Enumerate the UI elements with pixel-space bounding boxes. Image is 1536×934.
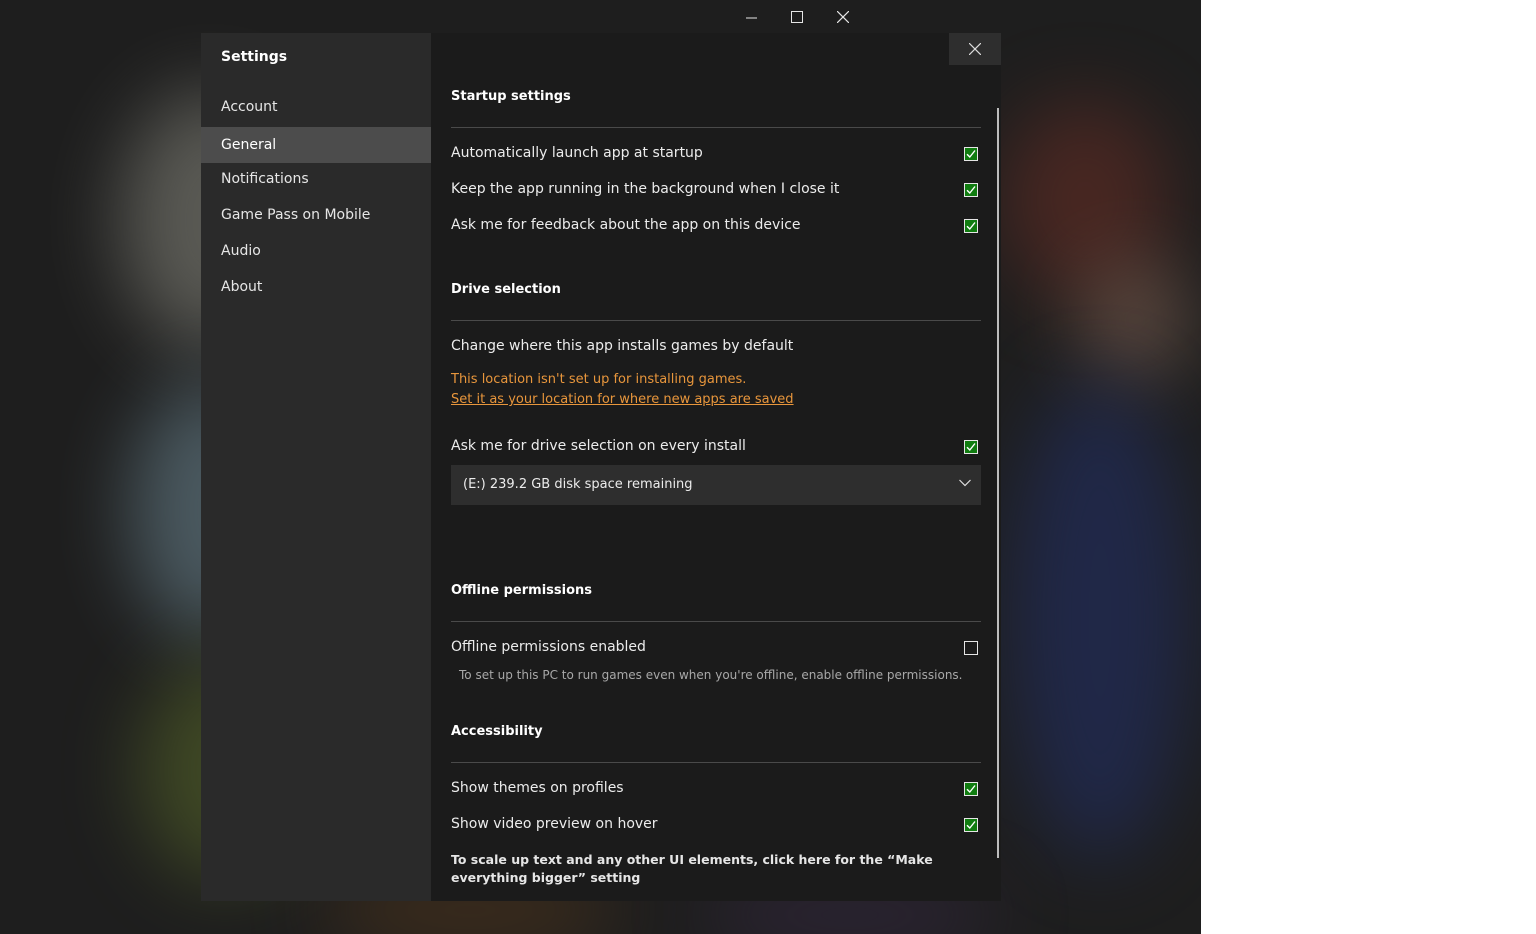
drive-selection-checkbox[interactable] [964,440,978,454]
video-preview-label: Show video preview on hover [451,816,658,832]
drive-selection-label: Ask me for drive selection on every inst… [451,438,746,454]
settings-dialog: Settings Account General Notifications G… [201,33,1001,901]
window-controls [728,0,866,34]
minimize-icon [745,17,757,18]
offline-helper-text: To set up this PC to run games even when… [459,668,963,682]
checkmark-icon [966,222,976,231]
divider [451,762,981,763]
video-preview-checkbox[interactable] [964,818,978,832]
drive-dropdown-value: (E:) 239.2 GB disk space remaining [463,477,693,492]
checkmark-icon [966,821,976,830]
divider [451,621,981,622]
location-warning: This location isn't set up for installin… [451,372,747,387]
close-icon [837,11,849,23]
divider [451,127,981,128]
background-running-checkbox[interactable] [964,183,978,197]
show-themes-checkbox[interactable] [964,782,978,796]
feedback-label: Ask me for feedback about the app on thi… [451,217,801,233]
offline-permissions-checkbox[interactable] [964,641,978,655]
make-everything-bigger-link[interactable]: To scale up text and any other UI elemen… [451,851,971,887]
set-location-link[interactable]: Set it as your location for where new ap… [451,392,794,407]
minimize-button[interactable] [728,0,774,34]
chevron-down-icon [959,479,971,487]
sidebar-item-notifications[interactable]: Notifications [201,161,431,197]
sidebar-item-game-pass-mobile[interactable]: Game Pass on Mobile [201,197,431,233]
section-heading-startup: Startup settings [451,89,571,104]
section-heading-offline: Offline permissions [451,583,593,598]
scrollbar[interactable] [997,108,999,858]
maximize-icon [791,11,803,23]
settings-content: Startup settings Automatically launch ap… [451,33,981,901]
change-install-location-label: Change where this app installs games by … [451,338,794,354]
drive-dropdown[interactable]: (E:) 239.2 GB disk space remaining [451,465,981,505]
offline-permissions-label: Offline permissions enabled [451,639,646,655]
section-heading-drive: Drive selection [451,282,561,297]
section-heading-accessibility: Accessibility [451,724,543,739]
checkmark-icon [966,443,976,452]
show-themes-label: Show themes on profiles [451,780,624,796]
checkmark-icon [966,186,976,195]
maximize-button[interactable] [774,0,820,34]
sidebar-title: Settings [221,49,288,65]
background-running-label: Keep the app running in the background w… [451,181,840,197]
sidebar-item-audio[interactable]: Audio [201,233,431,269]
checkmark-icon [966,150,976,159]
divider [451,320,981,321]
sidebar-item-account[interactable]: Account [201,89,431,125]
sidebar-item-about[interactable]: About [201,269,431,305]
settings-sidebar: Settings Account General Notifications G… [201,33,431,901]
auto-launch-label: Automatically launch app at startup [451,145,703,161]
feedback-checkbox[interactable] [964,219,978,233]
checkmark-icon [966,785,976,794]
auto-launch-checkbox[interactable] [964,147,978,161]
sidebar-item-general[interactable]: General [201,127,431,163]
window-close-button[interactable] [820,0,866,34]
